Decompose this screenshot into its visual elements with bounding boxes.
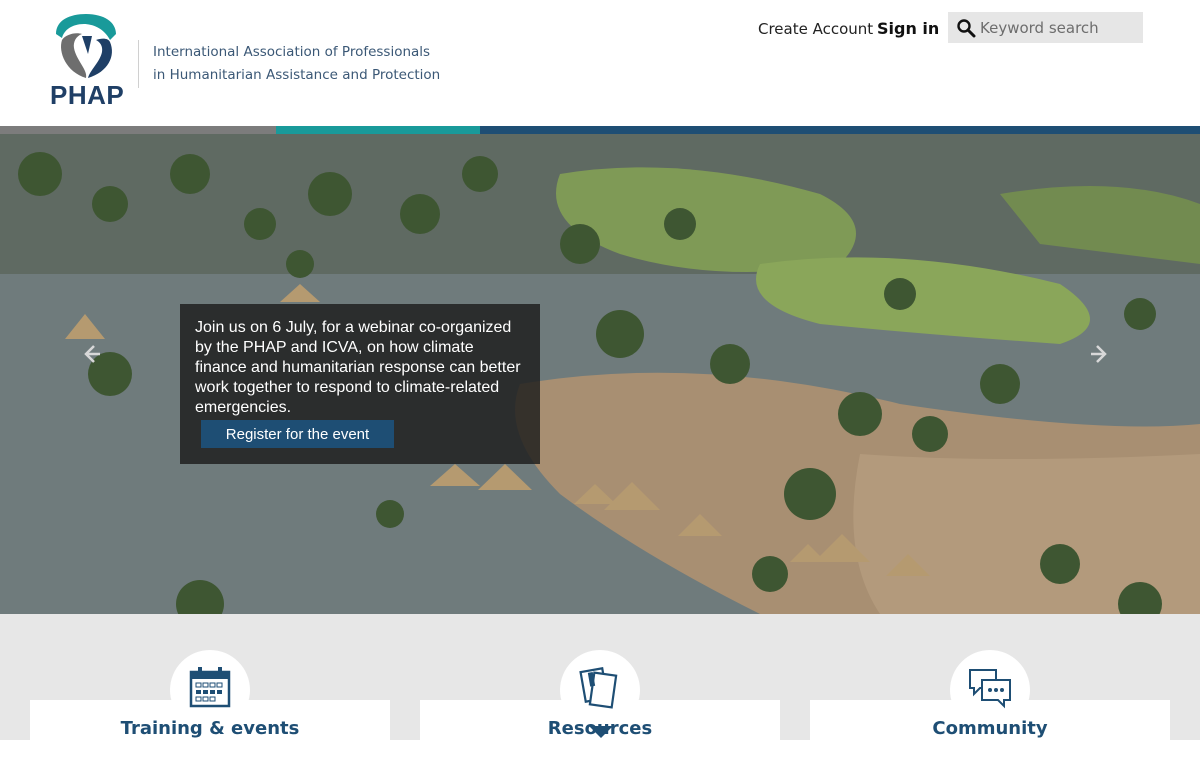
hero-caption-text: Join us on 6 July, for a webinar co-orga… (195, 319, 521, 416)
site-header: PHAP International Association of Profes… (0, 0, 1200, 126)
header-divider (138, 40, 139, 88)
documents-icon (579, 667, 618, 709)
caret-down-icon (589, 726, 613, 738)
logo-wordmark[interactable]: PHAP (50, 80, 124, 111)
search-input[interactable] (980, 16, 1138, 39)
tagline-line-1: International Association of Professiona… (153, 44, 431, 60)
accent-band-grey (0, 126, 276, 134)
site-tagline: International Association of Professiona… (153, 41, 440, 87)
search-icon[interactable] (956, 18, 976, 38)
create-account-link[interactable]: Create Account (758, 20, 873, 38)
accent-band-blue (480, 126, 1200, 134)
chevron-left-icon[interactable] (76, 339, 106, 369)
hero-carousel: Join us on 6 July, for a webinar co-orga… (0, 134, 1200, 614)
tagline-line-2: in Humanitarian Assistance and Protectio… (153, 67, 441, 83)
sign-in-link[interactable]: Sign in (877, 19, 939, 38)
calendar-icon (189, 667, 231, 708)
feature-title-training[interactable]: Training & events (30, 718, 390, 739)
hero-caption-box: Join us on 6 July, for a webinar co-orga… (180, 304, 540, 464)
feature-title-community[interactable]: Community (810, 718, 1170, 739)
register-event-button[interactable]: Register for the event (201, 420, 394, 448)
accent-band-teal (276, 126, 480, 134)
search-box (948, 12, 1143, 43)
chevron-right-icon[interactable] (1085, 339, 1115, 369)
feature-section: Training & events Resources Community (0, 614, 1200, 760)
chat-bubbles-icon (969, 669, 1011, 709)
